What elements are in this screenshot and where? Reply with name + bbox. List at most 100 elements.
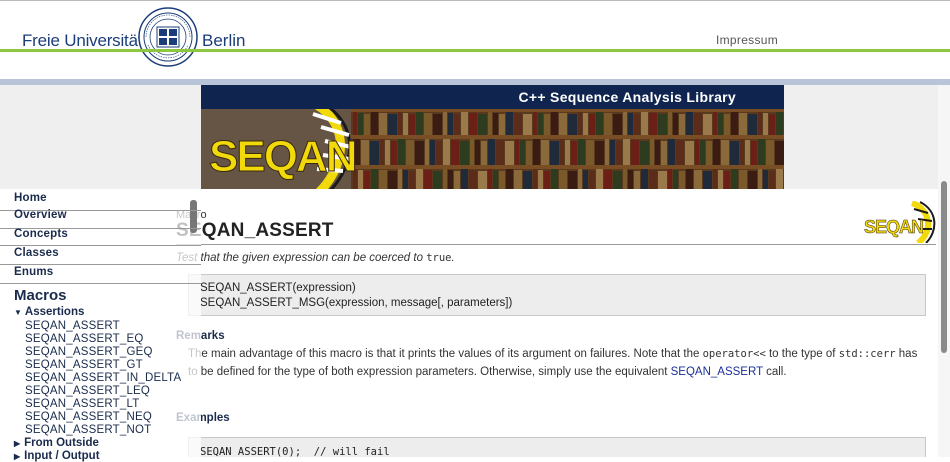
- book-spine: [388, 114, 397, 135]
- book-spine: [694, 170, 702, 189]
- sidebar-heading-macros[interactable]: Macros: [14, 287, 67, 304]
- book-spine: [523, 114, 532, 135]
- book-spine: [541, 140, 549, 165]
- sidebar-item-home[interactable]: Home: [14, 192, 47, 204]
- tree-item[interactable]: SEQAN_ASSERT_LT: [25, 398, 139, 410]
- book-spine: [679, 171, 685, 189]
- tree-group-from-outside[interactable]: ▶ From Outside: [14, 437, 99, 449]
- book-spine: [361, 140, 369, 165]
- book-spine: [679, 114, 685, 135]
- tree-item[interactable]: SEQAN_ASSERT_GEQ: [25, 346, 153, 358]
- book-spine: [748, 171, 757, 189]
- book-spine: [424, 113, 432, 135]
- book-spine: [430, 140, 435, 165]
- page-scrollbar[interactable]: [938, 85, 950, 457]
- book-spine: [589, 171, 595, 189]
- caret-right-icon: ▶: [14, 439, 21, 448]
- book-spine: [631, 140, 639, 165]
- book-spine: [649, 113, 657, 135]
- book-spine: [713, 112, 717, 135]
- book-spine: [610, 140, 615, 165]
- book-spine: [706, 141, 712, 165]
- page-scrollbar-thumb[interactable]: [941, 181, 947, 353]
- book-spine: [769, 114, 775, 135]
- book-spine: [695, 139, 699, 165]
- book-spine: [443, 139, 450, 165]
- book-spine: [533, 169, 537, 189]
- book-spine: [640, 141, 649, 165]
- impressum-link[interactable]: Impressum: [716, 33, 778, 47]
- book-spine: [493, 170, 498, 189]
- book-spine: [589, 114, 595, 135]
- book-spine: [461, 112, 468, 135]
- book-spine: [775, 141, 784, 165]
- tree-item[interactable]: SEQAN_ASSERT_GT: [25, 359, 143, 371]
- tree-item[interactable]: SEQAN_ASSERT: [25, 320, 120, 332]
- book-spine: [649, 170, 657, 189]
- sidebar: Home Overview Concepts Classes Enums Mac…: [0, 189, 201, 462]
- book-spine: [493, 113, 498, 135]
- book-spine: [538, 170, 543, 189]
- book-spine: [380, 139, 384, 165]
- sidebar-item-overview[interactable]: Overview: [14, 209, 67, 221]
- book-spine: [448, 170, 453, 189]
- tree-group-input-output[interactable]: ▶ Input / Output: [14, 450, 100, 462]
- university-seal-icon[interactable]: [138, 7, 198, 67]
- book-spine: [751, 141, 757, 165]
- tree-item[interactable]: SEQAN_ASSERT_IN_DELTA: [25, 372, 181, 384]
- book-spine: [718, 170, 723, 189]
- book-spine: [415, 141, 424, 165]
- book-spine: [604, 113, 612, 135]
- seqan-banner: C++ Sequence Analysis Library SEQAN: [201, 85, 784, 189]
- book-spine: [499, 114, 505, 135]
- book-spine: [425, 139, 429, 165]
- book-spine: [758, 139, 765, 165]
- seqan-assert-link[interactable]: SEQAN_ASSERT: [671, 366, 763, 378]
- book-spine: [776, 112, 783, 135]
- seqan-logo-text: SEQAN: [209, 132, 355, 181]
- book-spine: [724, 171, 730, 189]
- book-spine: [776, 169, 783, 189]
- sidebar-item-enums[interactable]: Enums: [14, 266, 53, 278]
- book-spine: [565, 140, 570, 165]
- book-spine: [595, 141, 604, 165]
- book-spine: [371, 112, 378, 135]
- book-spine: [488, 169, 492, 189]
- sidebar-item-classes[interactable]: Classes: [14, 247, 59, 259]
- book-spine: [515, 139, 519, 165]
- book-spine: [478, 171, 487, 189]
- book-spine: [713, 169, 717, 189]
- tree-item[interactable]: SEQAN_ASSERT_NOT: [25, 424, 151, 436]
- book-spine: [370, 141, 379, 165]
- tree-item[interactable]: SEQAN_ASSERT_NEQ: [25, 411, 152, 423]
- sidebar-item-concepts[interactable]: Concepts: [14, 228, 68, 240]
- book-spine: [718, 113, 723, 135]
- book-spine: [451, 140, 459, 165]
- book-spine: [568, 114, 577, 135]
- signature-line: SEQAN_ASSERT(expression): [200, 282, 356, 294]
- book-spine: [623, 112, 627, 135]
- book-spine: [758, 169, 762, 189]
- book-spine: [586, 140, 594, 165]
- book-spine: [475, 140, 480, 165]
- book-spine: [721, 140, 729, 165]
- book-spine: [748, 114, 757, 135]
- book-spine: [391, 141, 397, 165]
- tree-group-assertions[interactable]: ▼ Assertions: [14, 306, 84, 318]
- tree-item[interactable]: SEQAN_ASSERT_EQ: [25, 333, 143, 345]
- book-spine: [514, 170, 522, 189]
- book-spine: [533, 112, 537, 135]
- svg-text:SEQAN: SEQAN: [864, 217, 923, 237]
- book-spine: [454, 171, 460, 189]
- book-spine: [730, 141, 739, 165]
- banner-title: C++ Sequence Analysis Library: [518, 89, 736, 105]
- book-spine: [544, 114, 550, 135]
- book-spine: [550, 141, 559, 165]
- book-spine: [703, 114, 712, 135]
- book-spine: [673, 113, 678, 135]
- book-spine: [596, 112, 603, 135]
- tree-item[interactable]: SEQAN_ASSERT_LEQ: [25, 385, 150, 397]
- book-spine: [641, 169, 648, 189]
- book-spine: [481, 141, 487, 165]
- book-spine: [628, 170, 633, 189]
